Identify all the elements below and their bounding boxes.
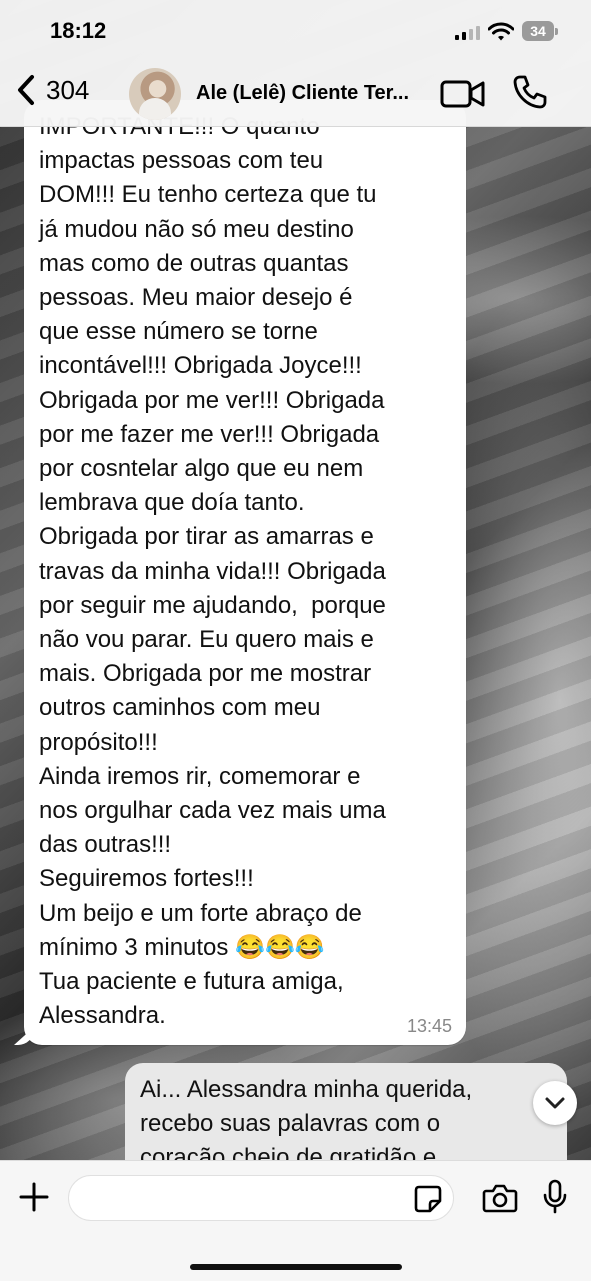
message-timestamp: 13:45 (406, 1016, 452, 1036)
phone-icon (513, 75, 547, 109)
battery-indicator: 34 (522, 21, 558, 41)
video-call-button[interactable] (440, 78, 486, 115)
chevron-left-icon (18, 75, 34, 105)
contact-avatar[interactable] (129, 68, 181, 120)
microphone-icon (543, 1179, 567, 1214)
incoming-message-bubble[interactable]: IMPORTANTE!!! O quanto impactas pessoas … (14, 100, 466, 1045)
chevron-down-icon (545, 1097, 565, 1109)
back-button[interactable]: 304 (16, 74, 89, 106)
video-camera-icon (440, 80, 485, 108)
camera-icon (482, 1184, 518, 1213)
incoming-message-text: IMPORTANTE!!! O quanto impactas pessoas … (39, 113, 386, 1030)
attach-button[interactable] (18, 1181, 50, 1218)
camera-button[interactable] (482, 1183, 518, 1218)
voice-call-button[interactable] (512, 74, 548, 115)
message-composer (0, 1160, 591, 1281)
wifi-icon (488, 22, 514, 41)
chat-header: 18:12 34 304 Ale (Lelê) Cliente Ter... (0, 0, 591, 127)
voice-message-button[interactable] (542, 1179, 568, 1220)
sticker-button[interactable] (413, 1184, 443, 1219)
sticker-icon (414, 1185, 442, 1213)
status-time: 18:12 (50, 18, 107, 43)
home-indicator (190, 1264, 402, 1270)
contact-name[interactable]: Ale (Lelê) Cliente Ter... (196, 82, 434, 105)
unread-count: 304 (46, 74, 90, 105)
scroll-to-bottom-button[interactable] (533, 1081, 577, 1125)
plus-icon (19, 1182, 49, 1212)
cellular-signal-icon (455, 26, 480, 40)
message-input[interactable] (68, 1175, 454, 1221)
